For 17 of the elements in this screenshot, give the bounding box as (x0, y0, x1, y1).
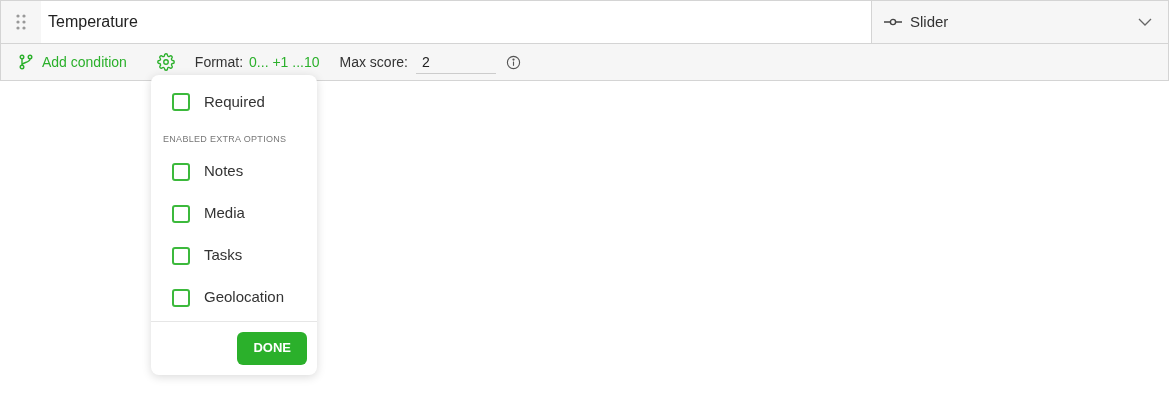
option-checkbox[interactable]: Geolocation (151, 276, 317, 319)
checkbox[interactable] (172, 204, 190, 223)
section-heading: ENABLED EXTRA OPTIONS (162, 133, 288, 146)
option-checkbox[interactable]: Tasks (151, 234, 317, 277)
max-score-field[interactable]: 2 (416, 50, 496, 74)
format-label: Format: (194, 52, 244, 72)
option-checkbox[interactable]: Required (151, 81, 317, 123)
option-checkbox[interactable]: Notes (151, 150, 317, 193)
branch-icon (19, 54, 33, 70)
option-checkbox[interactable]: Media (151, 192, 317, 235)
info-icon[interactable] (506, 54, 521, 70)
checkbox[interactable] (172, 162, 190, 181)
settings-icon[interactable] (156, 53, 175, 71)
max-score-label: Max score: (339, 52, 408, 72)
checkbox[interactable] (172, 246, 190, 265)
checkbox[interactable] (172, 288, 190, 307)
checkbox[interactable] (172, 93, 190, 111)
